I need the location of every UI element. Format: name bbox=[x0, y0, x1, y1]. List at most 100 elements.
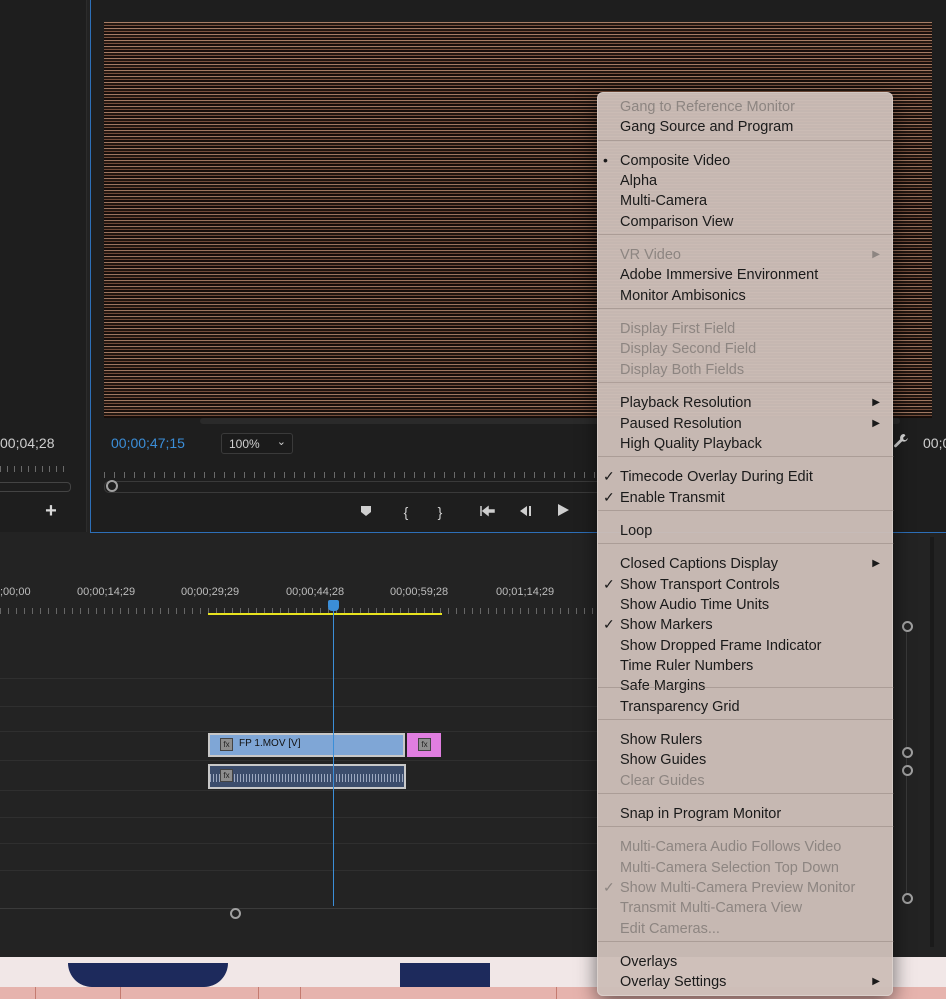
menu-item-label: Show Guides bbox=[620, 752, 707, 768]
zoom-level-select[interactable]: 100% ⌄ bbox=[221, 433, 293, 454]
source-time-ruler[interactable] bbox=[0, 466, 70, 478]
add-button[interactable]: + bbox=[40, 500, 62, 522]
background-shape bbox=[258, 987, 259, 999]
video-clip[interactable]: fx FP 1.MOV [V] bbox=[208, 733, 405, 757]
menu-item-overlays[interactable]: Overlays bbox=[598, 952, 894, 972]
track-divider bbox=[0, 790, 600, 791]
timeline-scroll-handle[interactable] bbox=[230, 908, 241, 919]
submenu-arrow-icon: ▶ bbox=[872, 418, 880, 429]
vertical-scroll-handle[interactable] bbox=[902, 893, 913, 904]
playhead-timecode[interactable]: 00;00;47;15 bbox=[111, 435, 185, 451]
wrench-icon[interactable] bbox=[893, 433, 911, 451]
menu-separator bbox=[598, 826, 894, 827]
menu-item-display-first-field: Display First Field bbox=[598, 319, 894, 339]
mark-out-button[interactable]: } bbox=[429, 502, 451, 522]
menu-item-enable-transmit[interactable]: ✓ Enable Transmit bbox=[598, 488, 894, 508]
menu-item-label: Paused Resolution bbox=[620, 416, 742, 432]
ruler-label: 00;00;14;29 bbox=[77, 586, 136, 598]
menu-separator bbox=[598, 234, 894, 235]
menu-item-label: Multi-Camera Selection Top Down bbox=[620, 860, 839, 876]
menu-item-label: Loop bbox=[620, 523, 653, 539]
menu-item-label: Closed Captions Display bbox=[620, 556, 778, 572]
mark-in-button[interactable]: { bbox=[395, 502, 417, 522]
checkmark-icon: ✓ bbox=[603, 489, 615, 505]
menu-item-paused-resolution[interactable]: Paused Resolution ▶ bbox=[598, 414, 894, 434]
program-monitor-settings-menu: Gang to Reference Monitor Gang Source and… bbox=[597, 92, 894, 996]
menu-item-closed-captions-display[interactable]: Closed Captions Display ▶ bbox=[598, 554, 894, 574]
menu-item-display-second-field: Display Second Field bbox=[598, 339, 894, 359]
menu-item-composite-video[interactable]: • Composite Video bbox=[598, 151, 894, 171]
go-to-in-button[interactable] bbox=[477, 502, 499, 522]
menu-item-time-ruler-numbers[interactable]: Time Ruler Numbers bbox=[598, 656, 894, 676]
source-scrollbar[interactable] bbox=[0, 482, 71, 492]
menu-item-monitor-ambisonics[interactable]: Monitor Ambisonics bbox=[598, 286, 894, 306]
checkmark-icon: ✓ bbox=[603, 616, 615, 632]
timeline-horizontal-scrollbar[interactable] bbox=[0, 908, 600, 919]
menu-item-multi-camera-audio-follows-video: Multi-Camera Audio Follows Video bbox=[598, 837, 894, 857]
vertical-scroll-handle[interactable] bbox=[902, 765, 913, 776]
play-button[interactable] bbox=[552, 502, 574, 522]
menu-item-safe-margins[interactable]: Safe Margins bbox=[598, 676, 894, 696]
menu-item-multi-camera[interactable]: Multi-Camera bbox=[598, 191, 894, 211]
menu-item-label: Show Rulers bbox=[620, 732, 703, 748]
menu-item-show-audio-time-units[interactable]: Show Audio Time Units bbox=[598, 595, 894, 615]
menu-item-playback-resolution[interactable]: Playback Resolution ▶ bbox=[598, 393, 894, 413]
submenu-arrow-icon: ▶ bbox=[872, 249, 880, 260]
add-marker-button[interactable] bbox=[355, 502, 377, 522]
menu-item-overlay-settings[interactable]: Overlay Settings ▶ bbox=[598, 972, 894, 992]
menu-item-show-guides[interactable]: Show Guides bbox=[598, 750, 894, 770]
ruler-label: 00;00;29;29 bbox=[181, 586, 240, 598]
timeline-vertical-scrollbar[interactable] bbox=[906, 626, 907, 898]
submenu-arrow-icon: ▶ bbox=[872, 558, 880, 569]
menu-item-adobe-immersive-environment[interactable]: Adobe Immersive Environment bbox=[598, 265, 894, 285]
work-area-bar[interactable] bbox=[208, 613, 442, 615]
menu-item-timecode-overlay-during-edit[interactable]: ✓ Timecode Overlay During Edit bbox=[598, 467, 894, 487]
menu-separator bbox=[598, 687, 894, 688]
step-back-button[interactable] bbox=[514, 502, 536, 522]
program-zoom-scroll-handle[interactable] bbox=[106, 480, 118, 492]
checkmark-icon: ✓ bbox=[603, 879, 615, 895]
checkmark-icon: ✓ bbox=[603, 576, 615, 592]
menu-item-show-transport-controls[interactable]: ✓ Show Transport Controls bbox=[598, 575, 894, 595]
menu-item-loop[interactable]: Loop bbox=[598, 521, 894, 541]
menu-item-transmit-multi-camera-view: Transmit Multi-Camera View bbox=[598, 898, 894, 918]
vertical-scroll-handle[interactable] bbox=[902, 621, 913, 632]
vertical-scroll-handle[interactable] bbox=[902, 747, 913, 758]
menu-item-snap-in-program-monitor[interactable]: Snap in Program Monitor bbox=[598, 804, 894, 824]
menu-item-label: Comparison View bbox=[620, 214, 734, 230]
menu-item-label: Gang to Reference Monitor bbox=[620, 99, 795, 115]
menu-separator bbox=[598, 793, 894, 794]
panel-divider[interactable] bbox=[930, 537, 934, 947]
audio-clip[interactable]: fx bbox=[208, 764, 406, 789]
background-shape bbox=[68, 963, 228, 987]
menu-item-label: Show Markers bbox=[620, 617, 713, 633]
program-zoom-scrollbar[interactable] bbox=[104, 481, 600, 493]
menu-item-high-quality-playback[interactable]: High Quality Playback bbox=[598, 434, 894, 454]
go-to-in-icon bbox=[480, 505, 495, 517]
program-time-ruler[interactable] bbox=[104, 466, 604, 478]
menu-item-label: Transmit Multi-Camera View bbox=[620, 900, 803, 916]
menu-item-gang-source-and-program[interactable]: Gang Source and Program bbox=[598, 117, 894, 137]
menu-separator bbox=[598, 510, 894, 511]
menu-item-label: Monitor Ambisonics bbox=[620, 288, 746, 304]
menu-item-show-markers[interactable]: ✓ Show Markers bbox=[598, 615, 894, 635]
menu-item-label: Composite Video bbox=[620, 153, 731, 169]
menu-item-vr-video: VR Video ▶ bbox=[598, 245, 894, 265]
menu-item-show-dropped-frame-indicator[interactable]: Show Dropped Frame Indicator bbox=[598, 636, 894, 656]
menu-item-display-both-fields: Display Both Fields bbox=[598, 360, 894, 380]
menu-item-label: Adobe Immersive Environment bbox=[620, 267, 819, 283]
track-divider bbox=[0, 731, 600, 732]
menu-item-label: Show Dropped Frame Indicator bbox=[620, 638, 822, 654]
transition-clip[interactable]: fx bbox=[407, 733, 441, 757]
chevron-down-icon: ⌄ bbox=[276, 436, 286, 448]
menu-item-clear-guides: Clear Guides bbox=[598, 771, 894, 791]
menu-item-comparison-view[interactable]: Comparison View bbox=[598, 212, 894, 232]
background-shape bbox=[35, 987, 36, 999]
menu-item-transparency-grid[interactable]: Transparency Grid bbox=[598, 697, 894, 717]
menu-item-label: Multi-Camera bbox=[620, 193, 708, 209]
fx-badge-icon: fx bbox=[220, 738, 233, 751]
menu-item-label: Alpha bbox=[620, 173, 658, 189]
menu-item-show-rulers[interactable]: Show Rulers bbox=[598, 730, 894, 750]
menu-item-alpha[interactable]: Alpha bbox=[598, 171, 894, 191]
background-shape bbox=[400, 963, 490, 987]
